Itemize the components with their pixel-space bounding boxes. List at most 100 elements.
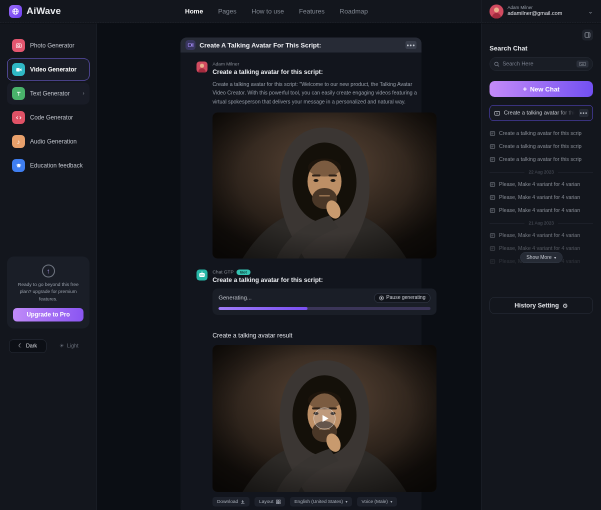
result-video-thumbnail: [213, 345, 437, 492]
active-chat-item[interactable]: Create a talking avatar for this ●●●: [490, 105, 594, 121]
search-input[interactable]: [503, 61, 574, 67]
chat-icon: [490, 208, 496, 214]
show-more-button[interactable]: Show More ▾: [520, 252, 563, 263]
chat-history-item[interactable]: Create a talking avatar for this scrip: [490, 140, 594, 153]
chat-icon: [490, 195, 496, 201]
layout-button[interactable]: Layout: [255, 497, 285, 507]
sidebar-item-audio-generation[interactable]: ♪ Audio Generation: [7, 131, 90, 153]
sidebar-item-video-generator[interactable]: Video Generator: [7, 59, 90, 81]
language-label: English (United States): [294, 499, 343, 505]
active-chat-label: Create a talking avatar for this: [504, 110, 575, 116]
sidebar-item-text-generator[interactable]: Text Generator ›: [7, 83, 90, 105]
voice-label: Voice (Male): [361, 499, 387, 505]
chat-icon: [490, 157, 496, 163]
education-icon: [12, 159, 25, 172]
sidebar-item-education-feedback[interactable]: Education feedback: [7, 155, 90, 177]
voice-select[interactable]: Voice (Male) ▾: [357, 497, 397, 507]
nav-pages[interactable]: Pages: [218, 8, 236, 16]
app-root: AiWave Home Pages How to use Features Ro…: [0, 0, 601, 510]
chat-icon: [490, 259, 496, 265]
search-icon: [494, 61, 500, 67]
collapse-sidebar-button[interactable]: [582, 30, 593, 41]
code-icon: [12, 111, 25, 124]
layout-grid-icon: [276, 499, 281, 504]
chat-header: Create A Talking Avatar For This Script:…: [181, 38, 422, 53]
top-nav: Home Pages How to use Features Roadmap: [185, 8, 368, 16]
top-bar: AiWave Home Pages How to use Features Ro…: [0, 0, 601, 23]
chat-item-menu-button[interactable]: ●●●: [579, 109, 589, 117]
nav-roadmap[interactable]: Roadmap: [340, 8, 368, 16]
progress-fill: [219, 307, 308, 310]
plus-icon: +: [523, 86, 527, 93]
search-box: [490, 57, 594, 71]
chat-video-icon: [494, 110, 500, 117]
new-chat-button[interactable]: + New Chat: [490, 81, 594, 97]
sidebar-item-photo-generator[interactable]: Photo Generator: [7, 35, 90, 57]
chevron-down-icon: ⌄: [588, 8, 593, 15]
theme-dark-button[interactable]: ☾Dark: [9, 339, 46, 353]
chevron-right-icon: ›: [83, 91, 85, 97]
history-setting-button[interactable]: History Setting ⚙: [490, 297, 594, 314]
chat-title: Create A Talking Avatar For This Script:: [200, 41, 322, 49]
stop-icon: [379, 295, 384, 300]
video-camera-icon: [186, 40, 196, 50]
download-label: Download: [217, 499, 238, 505]
user-message-body: Create a talking avatar for this script:…: [213, 81, 422, 107]
gear-icon: ⚙: [562, 302, 568, 310]
bot-avatar: [197, 269, 208, 280]
layout-label: Layout: [259, 499, 273, 505]
theme-light-button[interactable]: ☀Light: [50, 339, 87, 353]
new-chat-label: New Chat: [530, 85, 560, 93]
chat-icon: [490, 131, 496, 137]
play-icon: [322, 415, 328, 422]
sidebar-item-label: Audio Generation: [30, 138, 77, 145]
theme-light-label: Light: [67, 343, 78, 349]
brand-name: AiWave: [27, 6, 62, 17]
audio-icon: ♪: [12, 135, 25, 148]
chat-history-item[interactable]: Please, Make 4 variant for 4 varian: [490, 191, 594, 204]
brand-logo[interactable]: AiWave: [0, 5, 97, 18]
right-sidebar: Search Chat + New Chat Create a talking …: [481, 24, 601, 510]
generating-panel: Generating... Pause generating: [213, 288, 437, 315]
upgrade-card: ↑ Ready to go beyond this free plan? upg…: [7, 257, 90, 329]
generated-avatar-image: [213, 112, 437, 258]
theme-dark-label: Dark: [26, 343, 37, 349]
text-icon: [12, 87, 25, 100]
theme-toggle: ☾Dark ☀Light: [7, 339, 90, 353]
nav-home[interactable]: Home: [185, 8, 203, 16]
bot-name: Chat GTP: [213, 269, 234, 275]
chat-column: Create A Talking Avatar For This Script:…: [181, 38, 422, 510]
nav-features[interactable]: Features: [299, 8, 325, 16]
chat-history-item[interactable]: Create a talking avatar for this scrip: [490, 153, 594, 166]
language-select[interactable]: English (United States) ▾: [290, 497, 352, 507]
chat-history-item[interactable]: Please, Make 4 variant for 4 varian: [490, 229, 594, 242]
upgrade-pro-button[interactable]: Upgrade to Pro: [13, 308, 84, 322]
result-label: Create a talking avatar result: [213, 332, 407, 339]
chat-menu-button[interactable]: ●●●: [406, 41, 417, 49]
play-button[interactable]: [314, 407, 336, 429]
brand-logo-icon: [9, 5, 22, 18]
chat-body: Adam Milner Create a talking avatar for …: [181, 53, 422, 510]
left-sidebar: Photo Generator Video Generator Text Gen…: [0, 24, 97, 510]
sidebar-item-code-generator[interactable]: Code Generator: [7, 107, 90, 129]
result-toolbar: Download Layout English (United States) …: [213, 497, 407, 507]
chat-history-item[interactable]: Please, Make 4 variant for 4 varian: [490, 178, 594, 191]
sidebar-item-label: Text Generator: [30, 90, 70, 97]
moon-icon: ☾: [18, 343, 23, 349]
main-area: Create A Talking Avatar For This Script:…: [98, 24, 482, 510]
bot-badge: Bot: [237, 269, 251, 275]
video-icon: [12, 63, 25, 76]
chat-history-item[interactable]: Create a talking avatar for this scrip: [490, 127, 594, 140]
sidebar-item-label: Education feedback: [30, 162, 83, 169]
user-profile-menu[interactable]: Adam Milner adamilner@gmail.com ⌄: [481, 0, 601, 23]
sun-icon: ☀: [59, 343, 64, 349]
pause-generating-button[interactable]: Pause generating: [374, 293, 431, 303]
history-setting-label: History Setting: [514, 302, 558, 309]
user-message-author: Adam Milner: [213, 62, 323, 68]
download-button[interactable]: Download: [213, 497, 250, 507]
chat-icon: [490, 182, 496, 188]
user-message-title: Create a talking avatar for this script:: [213, 69, 323, 76]
nav-how-to-use[interactable]: How to use: [252, 8, 285, 16]
panel-icon: [585, 32, 591, 38]
chat-history-item[interactable]: Please, Make 4 variant for 4 varian: [490, 204, 594, 217]
